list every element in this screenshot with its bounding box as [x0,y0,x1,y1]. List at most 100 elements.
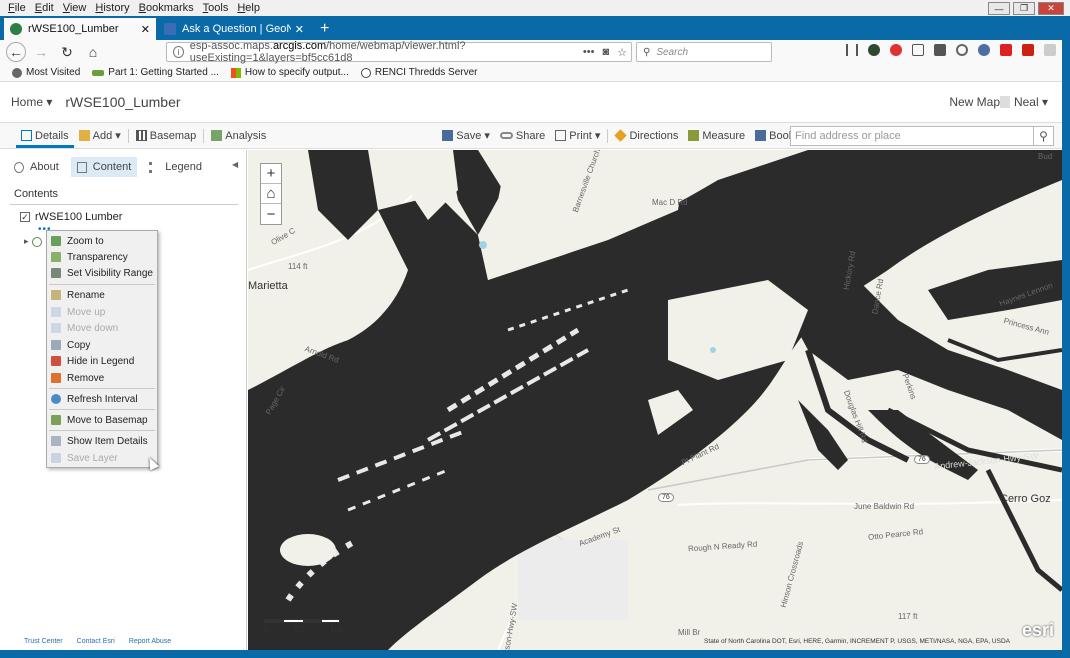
tab-content[interactable]: Content [70,157,138,177]
add-button[interactable]: Add ▾ [74,123,126,148]
trust-center-link[interactable]: Trust Center [24,638,63,645]
site-info-icon[interactable]: i [173,46,184,58]
print-button[interactable]: Print ▾ [550,123,605,148]
contact-esri-link[interactable]: Contact Esri [77,638,115,645]
menu-item-label: Save Layer [67,452,118,464]
map-attribution[interactable]: State of North Carolina DOT, Esri, HERE,… [704,638,1010,645]
reader-view-icon[interactable] [912,44,924,56]
analysis-icon [211,130,223,141]
save-button[interactable]: Save ▾ [437,123,495,148]
link-icon [499,132,513,139]
menu-remove[interactable]: Remove [51,370,155,386]
find-address-input[interactable]: Find address or place ⚲ [790,126,1054,146]
mp3-extension-icon[interactable] [1000,44,1012,56]
layer-visibility-checkbox[interactable]: ✓ [20,212,30,222]
restore-button[interactable]: ❐ [1013,2,1035,15]
bookmark-specify-output[interactable]: How to specify output... [230,67,349,78]
close-tab-icon[interactable]: ✕ [295,23,304,36]
screenshot-icon[interactable] [934,44,946,56]
vpn-icon[interactable] [956,44,968,56]
menu-divider [49,430,155,431]
menu-view[interactable]: View [63,2,87,14]
menu-transparency[interactable]: Transparency [51,249,155,265]
close-tab-icon[interactable]: ✕ [141,23,150,36]
expand-layer-icon[interactable]: ▸ [24,236,29,247]
close-button[interactable]: ✕ [1038,2,1064,15]
pocket-icon[interactable]: ◙ [602,46,609,58]
menu-help[interactable]: Help [237,2,260,14]
menu-set-visibility-range[interactable]: Set Visibility Range [51,265,155,281]
magnifier-icon: ⚲ [643,46,651,58]
panel-tabs: About Content Legend [8,157,214,177]
default-extent-home-icon[interactable]: ⌂ [261,184,281,204]
window-controls: — ❐ ✕ [985,2,1064,15]
menu-hide-in-legend[interactable]: Hide in Legend [51,353,155,369]
new-tab-button[interactable]: + [312,20,337,40]
sync-icon[interactable] [978,44,990,56]
bookmark-label: How to specify output... [244,67,349,78]
menu-tools[interactable]: Tools [203,2,229,14]
home-icon[interactable]: ⌂ [82,42,104,62]
tab-geonet[interactable]: Ask a Question | GeoNet, The E ✕ [158,18,310,40]
forward-arrow-icon[interactable]: → [30,42,52,62]
tab-label: Ask a Question | GeoNet, The E [182,23,291,35]
directions-button[interactable]: Directions [610,123,683,148]
library-icon[interactable] [846,44,858,56]
basemap-move-icon [51,415,61,425]
measure-button[interactable]: Measure [683,123,750,148]
page-actions-icon[interactable]: ••• [583,46,595,58]
adblock-icon[interactable] [890,44,902,56]
new-map-link[interactable]: New Map [949,95,1000,109]
bookmark-most-visited[interactable]: Most Visited [12,67,80,78]
analysis-button[interactable]: Analysis [206,123,271,148]
menu-show-item-details[interactable]: Show Item Details [51,433,155,449]
menu-edit[interactable]: Edit [35,2,54,14]
menu-rename[interactable]: Rename [51,287,155,303]
search-placeholder: Search [656,46,689,58]
zoom-out-button[interactable]: − [261,204,281,224]
layer-context-menu: Zoom to Transparency Set Visibility Rang… [46,230,158,468]
home-menu[interactable]: Home ▾ [11,95,52,109]
scale-bar [264,619,340,623]
minimize-button[interactable]: — [988,2,1010,15]
url-bar[interactable]: i esp-assoc.maps.arcgis.com/home/webmap/… [166,40,632,64]
browser-search-field[interactable]: ⚲ Search [636,42,772,62]
menu-item-label: Zoom to [67,235,104,247]
layer-row[interactable]: ✓ rWSE100 Lumber [20,211,122,223]
menu-zoom-to[interactable]: Zoom to [51,233,155,249]
menu-copy[interactable]: Copy [51,337,155,353]
share-label: Share [515,129,546,142]
tab-rwse100[interactable]: rWSE100_Lumber ✕ [4,18,156,40]
globe-extension-icon[interactable] [868,44,880,56]
map-view[interactable]: + ⌂ − Marietta Cerro Goz Mac D Rd Barnes… [248,150,1062,650]
tab-about[interactable]: About [8,157,65,177]
tab-legend[interactable]: Legend [143,157,208,177]
arcgis-favicon-icon [10,23,22,35]
menu-refresh-interval[interactable]: Refresh Interval [51,391,155,407]
star-icon[interactable]: ☆ [617,46,627,59]
back-arrow-icon[interactable]: ← [6,42,26,62]
windows-logo-icon [230,67,241,78]
menu-history[interactable]: History [95,2,129,14]
url-host-prefix: esp-assoc.maps. [189,40,273,52]
contents-heading: Contents [14,188,59,200]
window-border [0,650,1070,658]
pdf-icon[interactable] [1022,44,1034,56]
share-button[interactable]: Share [495,123,550,148]
menu-move-to-basemap[interactable]: Move to Basemap [51,412,155,428]
reload-icon[interactable]: ↻ [56,42,78,62]
app-header: Home ▾ rWSE100_Lumber New Map Neal ▾ [0,82,1062,122]
report-abuse-link[interactable]: Report Abuse [129,638,171,645]
bookmark-renci[interactable]: RENCI Thredds Server [360,67,478,78]
zoom-in-button[interactable]: + [261,164,281,184]
menu-file[interactable]: File [8,2,26,14]
user-menu[interactable]: Neal ▾ [999,95,1048,109]
menu-bookmarks[interactable]: Bookmarks [139,2,194,14]
url-text: esp-assoc.maps.arcgis.com/home/webmap/vi… [190,40,575,64]
details-button[interactable]: Details [16,123,74,148]
collapse-panel-icon[interactable]: ◀ [232,160,238,169]
bookmark-getting-started[interactable]: Part 1: Getting Started ... [92,67,219,78]
search-icon[interactable]: ⚲ [1033,127,1053,145]
unknown-extension-icon[interactable] [1044,44,1056,56]
basemap-button[interactable]: Basemap [131,123,201,148]
